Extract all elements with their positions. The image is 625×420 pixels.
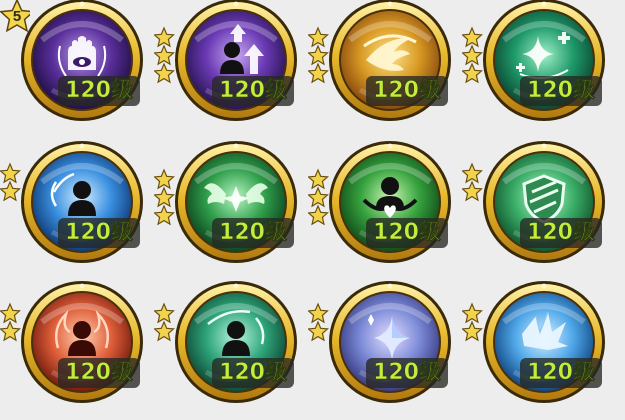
rating-star-icon (462, 320, 483, 342)
star-count: 5 (12, 8, 22, 25)
star-rating (462, 26, 483, 84)
rating-star-icon (0, 302, 21, 324)
skill-medal-11[interactable]: 120级 (308, 281, 460, 420)
skill-medal-6[interactable]: 120级 (154, 141, 306, 282)
level-label: 120级 (58, 76, 140, 106)
skill-medal-1[interactable]: 5 120级 (0, 0, 152, 140)
star-rating (308, 26, 329, 84)
skill-medal-3[interactable]: 120级 (308, 0, 460, 140)
rating-star-icon (462, 180, 483, 202)
rating-star-icon (0, 162, 21, 184)
rating-star-icon (308, 62, 329, 84)
level-label: 120级 (58, 358, 140, 388)
rating-star-icon (308, 320, 329, 342)
rating-star-icon (0, 180, 21, 202)
rating-star-icon (462, 162, 483, 184)
star-rating (154, 26, 175, 84)
level-label: 120级 (520, 218, 602, 248)
star-rating (462, 162, 483, 202)
rating-star-icon (308, 186, 329, 208)
rating-star-icon (308, 204, 329, 226)
level-label: 120级 (366, 76, 448, 106)
rating-star-icon (308, 168, 329, 190)
rating-star-icon (462, 302, 483, 324)
rating-star-icon (154, 26, 175, 48)
rating-star-icon (462, 62, 483, 84)
skill-grid: 5 120级 120级 120级 120级 120级 120级 120级 120… (0, 0, 625, 420)
skill-medal-7[interactable]: 120级 (308, 141, 460, 282)
star-rating (154, 302, 175, 342)
level-label: 120级 (366, 358, 448, 388)
skill-medal-8[interactable]: 120级 (462, 141, 614, 282)
level-label: 120级 (366, 218, 448, 248)
star-rating (0, 162, 21, 202)
rating-star-icon (154, 302, 175, 324)
rating-star-icon (308, 44, 329, 66)
star-rating (0, 302, 21, 342)
star-rating (154, 168, 175, 226)
rating-star-icon (308, 26, 329, 48)
star-rating (308, 168, 329, 226)
star-rating (308, 302, 329, 342)
rating-star-icon (462, 44, 483, 66)
rating-star-icon (154, 320, 175, 342)
rating-star-icon (308, 302, 329, 324)
level-label: 120级 (520, 76, 602, 106)
skill-medal-2[interactable]: 120级 (154, 0, 306, 140)
level-label: 120级 (212, 76, 294, 106)
skill-medal-4[interactable]: 120级 (462, 0, 614, 140)
skill-medal-5[interactable]: 120级 (0, 141, 152, 282)
rating-star-icon (154, 62, 175, 84)
rating-star-icon (154, 168, 175, 190)
rating-star-icon (154, 186, 175, 208)
rating-star-icon (0, 320, 21, 342)
level-label: 120级 (212, 358, 294, 388)
rating-star-icon (462, 26, 483, 48)
skill-medal-12[interactable]: 120级 (462, 281, 614, 420)
level-label: 120级 (58, 218, 140, 248)
skill-medal-9[interactable]: 120级 (0, 281, 152, 420)
rating-star-icon (154, 204, 175, 226)
star-rating (462, 302, 483, 342)
level-label: 120级 (212, 218, 294, 248)
skill-medal-10[interactable]: 120级 (154, 281, 306, 420)
level-label: 120级 (520, 358, 602, 388)
rating-star-icon (154, 44, 175, 66)
